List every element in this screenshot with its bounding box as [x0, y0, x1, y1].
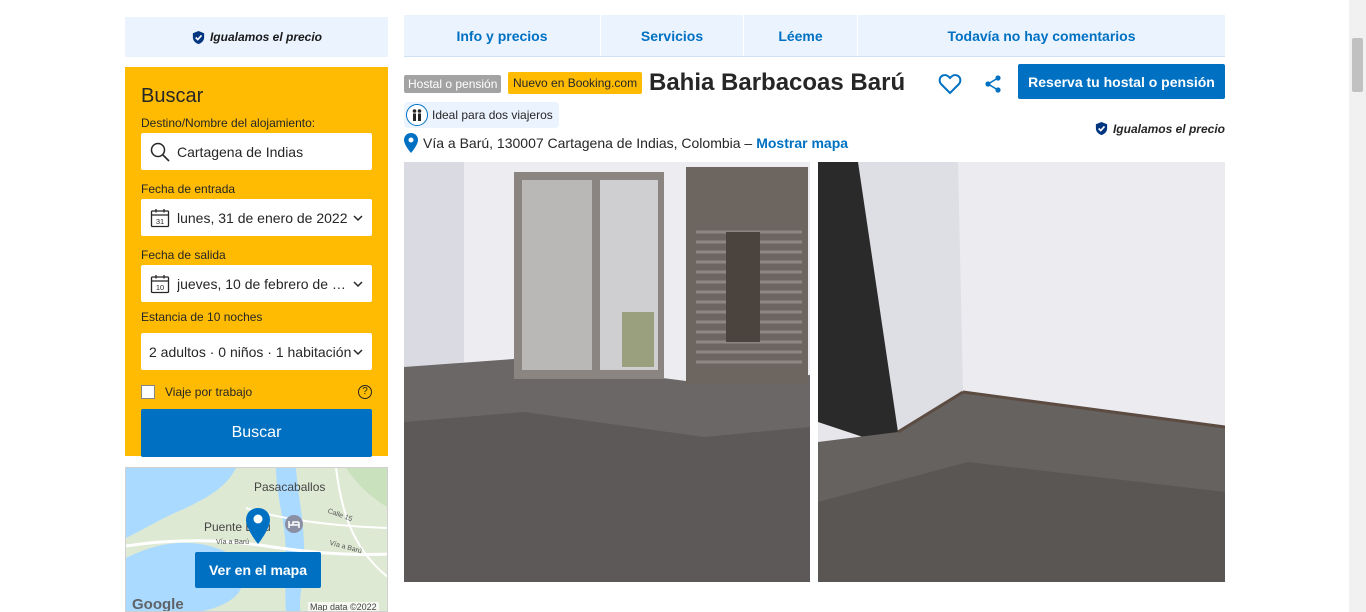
- destination-label: Destino/Nombre del alojamiento:: [141, 116, 316, 130]
- price-match-link[interactable]: Igualamos el precio: [1094, 121, 1225, 136]
- property-type-badge: Hostal o pensión: [404, 75, 502, 93]
- stay-length: Estancia de 10 noches: [141, 310, 263, 324]
- hotel-marker-icon: [284, 514, 304, 539]
- tab-read-me[interactable]: Léeme: [744, 15, 858, 56]
- property-header: Hostal o pensión Nuevo en Booking.com Ba…: [404, 64, 1225, 154]
- property-name: Bahia Barbacoas Barú: [649, 69, 906, 96]
- chevron-down-icon: [352, 212, 364, 224]
- heart-icon[interactable]: [938, 72, 962, 96]
- two-travelers-icon: [406, 104, 428, 126]
- checkout-value: jueves, 10 de febrero de 2022: [177, 275, 352, 292]
- property-address: Vía a Barú, 130007 Cartagena de Indias, …: [404, 133, 848, 153]
- share-icon[interactable]: [983, 74, 1003, 94]
- work-trip-row: Viaje por trabajo ?: [141, 383, 372, 400]
- chevron-down-icon: [352, 278, 364, 290]
- help-icon[interactable]: ?: [358, 384, 372, 399]
- tab-reviews[interactable]: Todavía no hay comentarios: [858, 15, 1225, 56]
- price-match-banner[interactable]: Igualamos el precio: [125, 17, 388, 57]
- location-pin-icon: [404, 133, 418, 153]
- price-match-shield-icon: [1094, 121, 1109, 136]
- price-match-text: Igualamos el precio: [1112, 121, 1225, 136]
- photo-gallery: [404, 162, 1225, 582]
- checkin-label: Fecha de entrada: [141, 182, 236, 196]
- destination-value: Cartagena de Indias: [177, 143, 304, 160]
- property-tabs: Info y precios Servicios Léeme Todavía n…: [404, 15, 1225, 57]
- checkin-value: lunes, 31 de enero de 2022: [177, 209, 348, 226]
- scrollbar-thumb[interactable]: [1352, 38, 1363, 92]
- guests-value: 2 adultos · 0 niños · 1 habitación: [149, 343, 352, 360]
- checkout-label: Fecha de salida: [141, 248, 226, 262]
- map-place-pasacaballos: Pasacaballos: [254, 480, 326, 494]
- tab-services[interactable]: Servicios: [601, 15, 744, 56]
- show-map-link[interactable]: Mostrar mapa: [756, 135, 848, 151]
- calendar-icon: 31: [149, 207, 171, 229]
- search-panel: Buscar Destino/Nombre del alojamiento: C…: [125, 67, 388, 457]
- chevron-down-icon: [352, 346, 364, 358]
- property-photo-1[interactable]: [404, 162, 810, 582]
- checkout-field[interactable]: 10 jueves, 10 de febrero de 2022: [141, 265, 372, 302]
- address-text: Vía a Barú, 130007 Cartagena de Indias, …: [423, 135, 753, 151]
- tab-info-prices[interactable]: Info y precios: [404, 15, 601, 56]
- new-on-booking-badge: Nuevo en Booking.com: [508, 72, 643, 94]
- destination-input[interactable]: Cartagena de Indias: [141, 133, 372, 170]
- map-attribution: Map data ©2022: [308, 602, 379, 612]
- google-logo: Google: [132, 596, 184, 612]
- map-marker-icon: [246, 508, 270, 549]
- view-on-map-button[interactable]: Ver en el mapa: [195, 552, 321, 588]
- price-match-shield-icon: [191, 30, 206, 45]
- page-scrollbar[interactable]: [1349, 0, 1366, 612]
- left-sidebar: Igualamos el precio Buscar Destino/Nombr…: [125, 17, 388, 612]
- checkin-field[interactable]: 31 lunes, 31 de enero de 2022: [141, 199, 372, 236]
- calendar-icon: 10: [149, 273, 171, 295]
- reserve-button[interactable]: Reserva tu hostal o pensión: [1018, 64, 1225, 99]
- work-trip-label: Viaje por trabajo: [165, 384, 253, 399]
- map-road-via-baru: Vía a Barú: [216, 539, 250, 546]
- map-preview[interactable]: Pasacaballos Puente Barú Calle 15 Vía a …: [125, 467, 388, 612]
- guests-select[interactable]: 2 adultos · 0 niños · 1 habitación: [141, 333, 372, 370]
- price-match-text: Igualamos el precio: [209, 30, 323, 44]
- property-photo-2[interactable]: [818, 162, 1225, 582]
- search-icon: [149, 141, 171, 163]
- search-button[interactable]: Buscar: [141, 409, 372, 457]
- search-title: Buscar: [141, 85, 204, 107]
- page: Igualamos el precio Buscar Destino/Nombr…: [0, 0, 1366, 612]
- work-trip-checkbox[interactable]: [141, 384, 155, 399]
- checkin-day: 31: [156, 217, 164, 226]
- ideal-for-two-label: Ideal para dos viajeros: [432, 108, 553, 122]
- checkout-day: 10: [156, 283, 164, 292]
- ideal-for-two-badge: Ideal para dos viajeros: [404, 102, 559, 128]
